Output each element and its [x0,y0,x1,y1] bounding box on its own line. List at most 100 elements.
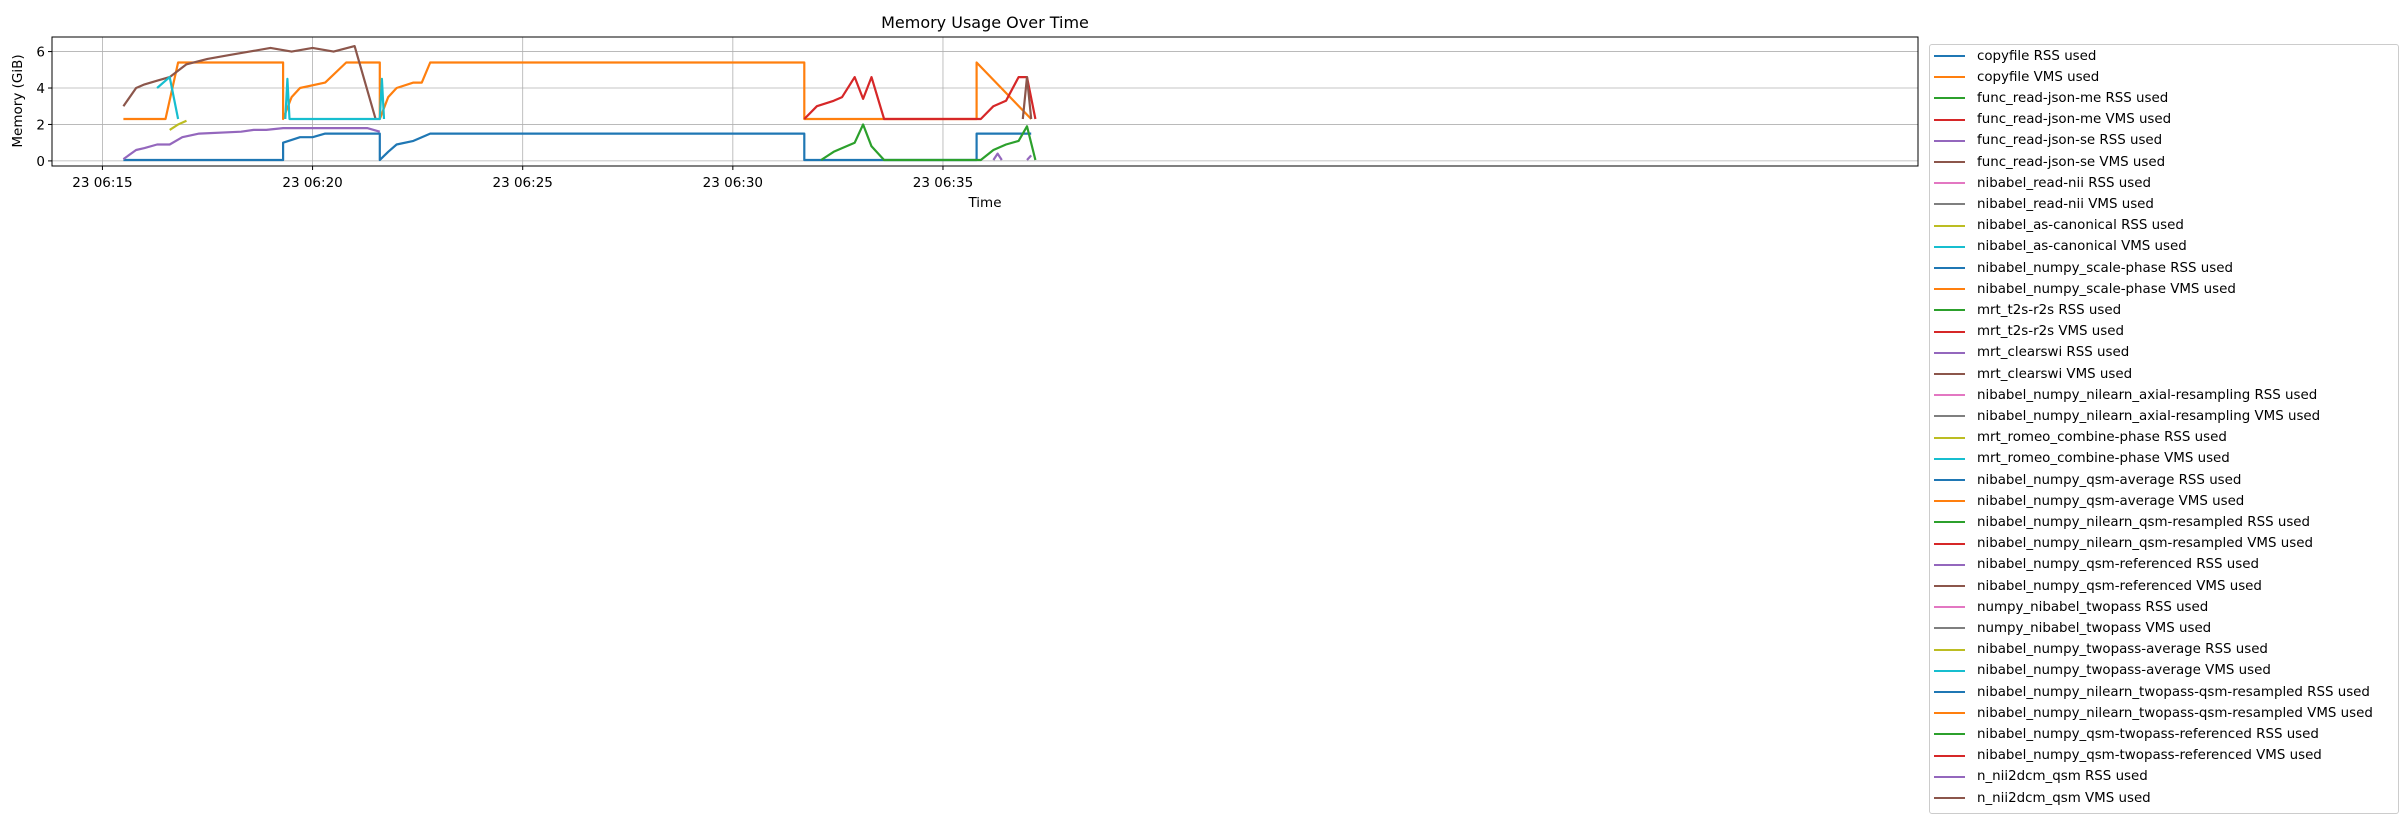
legend-swatch [1934,203,1965,206]
legend-swatch [1934,76,1965,79]
legend-item: mrt_clearswi RSS used [1930,343,2129,363]
legend-swatch [1934,457,1965,460]
legend-swatch [1934,139,1965,142]
legend-swatch [1934,97,1965,100]
legend-item: mrt_t2s-r2s VMS used [1930,322,2124,342]
legend-item: mrt_clearswi VMS used [1930,364,2132,384]
legend-label: nibabel_read-nii VMS used [1977,196,2154,212]
legend-swatch [1934,309,1965,312]
legend-swatch [1934,182,1965,185]
series-layer [122,44,1037,162]
legend-label: mrt_t2s-r2s VMS used [1977,324,2125,340]
legend-swatch [1934,690,1965,694]
legend-item: copyfile VMS used [1930,67,2099,87]
legend-item: nibabel_numpy_nilearn_twopass-qsm-resamp… [1930,703,2373,723]
legend-item: nibabel_read-nii VMS used [1930,194,2154,214]
legend-swatch [1934,796,1965,800]
series-line-25 [1021,75,1033,120]
legend-item: nibabel_numpy_qsm-twopass-referenced RSS… [1930,724,2319,744]
legend-item: nibabel_numpy_nilearn_qsm-resampled RSS … [1930,512,2310,532]
legend-swatch [1934,394,1965,397]
legend-swatch [1934,542,1965,545]
x-axis-label: Time [967,195,1001,211]
legend-swatch [1934,584,1965,588]
legend-label: mrt_t2s-r2s RSS used [1977,302,2122,318]
legend-item: nibabel_numpy_nilearn_axial-resampling R… [1930,385,2317,405]
legend-label: nibabel_numpy_qsm-twopass-referenced VMS… [1977,748,2322,764]
legend-label: func_read-json-se VMS used [1977,154,2166,170]
series-line-1 [123,61,1032,121]
legend-label: nibabel_numpy_scale-phase RSS used [1977,260,2233,276]
legend-label: nibabel_numpy_nilearn_qsm-resampled RSS … [1977,514,2311,530]
legend-label: nibabel_numpy_qsm-referenced RSS used [1977,557,2260,573]
y-tick-label: 6 [36,45,45,61]
series-line-5 [122,44,377,120]
legend-label: mrt_romeo_combine-phase RSS used [1977,430,2227,446]
legend-label: numpy_nibabel_twopass VMS used [1977,620,2212,636]
x-tick-label: 23 06:25 [493,175,553,191]
legend-item: mrt_t2s-r2s RSS used [1930,300,2121,320]
plot-area [51,36,1919,167]
legend-swatch [1934,245,1965,248]
legend-label: copyfile VMS used [1977,69,2100,85]
legend-label: n_nii2dcm_qsm VMS used [1977,790,2151,806]
legend-swatch [1934,478,1965,482]
legend-swatch [1934,627,1965,630]
legend-label: nibabel_numpy_nilearn_qsm-resampled VMS … [1977,536,2313,552]
legend-label: mrt_romeo_combine-phase VMS used [1977,451,2230,467]
legend-swatch [1934,224,1965,227]
legend-swatch [1934,118,1965,121]
legend-item: nibabel_read-nii RSS used [1930,173,2151,193]
legend-item: func_read-json-se VMS used [1930,152,2165,172]
legend-label: func_read-json-me RSS used [1977,90,2169,106]
legend-item: nibabel_numpy_twopass-average VMS used [1930,661,2271,681]
legend-item: nibabel_as-canonical VMS used [1930,237,2187,257]
legend-swatch [1934,330,1965,333]
legend-label: nibabel_numpy_nilearn_twopass-qsm-resamp… [1977,684,2370,700]
legend-label: copyfile RSS used [1977,48,2097,64]
series-line-8 [169,119,187,131]
legend-swatch [1934,54,1965,58]
legend-item: nibabel_numpy_qsm-referenced RSS used [1930,555,2259,575]
chart-title: Memory Usage Over Time [881,13,1089,32]
legend-item: n_nii2dcm_qsm VMS used [1930,788,2151,808]
legend-label: nibabel_numpy_qsm-average RSS used [1977,472,2242,488]
series-line-0 [123,132,1032,162]
legend-item: copyfile RSS used [1930,46,2096,66]
series-line-2 [820,123,1037,162]
series-line-34 [992,152,1003,161]
legend-label: mrt_clearswi RSS used [1977,345,2130,361]
grid [52,37,1918,166]
legend-swatch [1934,712,1965,715]
legend-item: func_read-json-me VMS used [1930,110,2171,130]
legend-item: nibabel_numpy_qsm-average VMS used [1930,491,2244,511]
y-tick-label: 2 [36,117,45,133]
legend-swatch [1934,521,1965,524]
legend-swatch [1934,415,1965,418]
legend-swatch [1934,733,1965,736]
legend-label: numpy_nibabel_twopass RSS used [1977,599,2209,615]
legend-swatch [1934,563,1965,566]
legend-swatch [1934,500,1965,503]
legend-item: nibabel_numpy_nilearn_twopass-qsm-resamp… [1930,682,2370,702]
legend-label: nibabel_numpy_twopass-average RSS used [1977,642,2268,658]
legend-item: nibabel_as-canonical RSS used [1930,216,2184,236]
x-tick-label: 23 06:20 [282,175,342,191]
legend-item: numpy_nibabel_twopass RSS used [1930,597,2208,617]
legend-item: nibabel_numpy_qsm-referenced VMS used [1930,576,2262,596]
legend-item: func_read-json-me RSS used [1930,88,2168,108]
legend-label: nibabel_numpy_qsm-average VMS used [1977,493,2245,509]
legend-swatch [1934,160,1965,164]
y-tick-label: 4 [36,81,45,97]
legend-label: nibabel_numpy_nilearn_axial-resampling V… [1977,408,2321,424]
series-line-3 [803,75,1037,121]
legend-item: nibabel_numpy_nilearn_axial-resampling V… [1930,406,2320,426]
x-tick-label: 23 06:15 [72,175,132,191]
legend-swatch [1934,266,1965,270]
legend-item: func_read-json-se RSS used [1930,131,2162,151]
legend-label: nibabel_numpy_nilearn_axial-resampling R… [1977,387,2318,403]
y-tick-label: 0 [36,154,45,170]
legend: copyfile RSS used copyfile VMS used func_r… [1929,44,2399,814]
legend-label: func_read-json-me VMS used [1977,112,2172,128]
legend-swatch [1934,288,1965,291]
